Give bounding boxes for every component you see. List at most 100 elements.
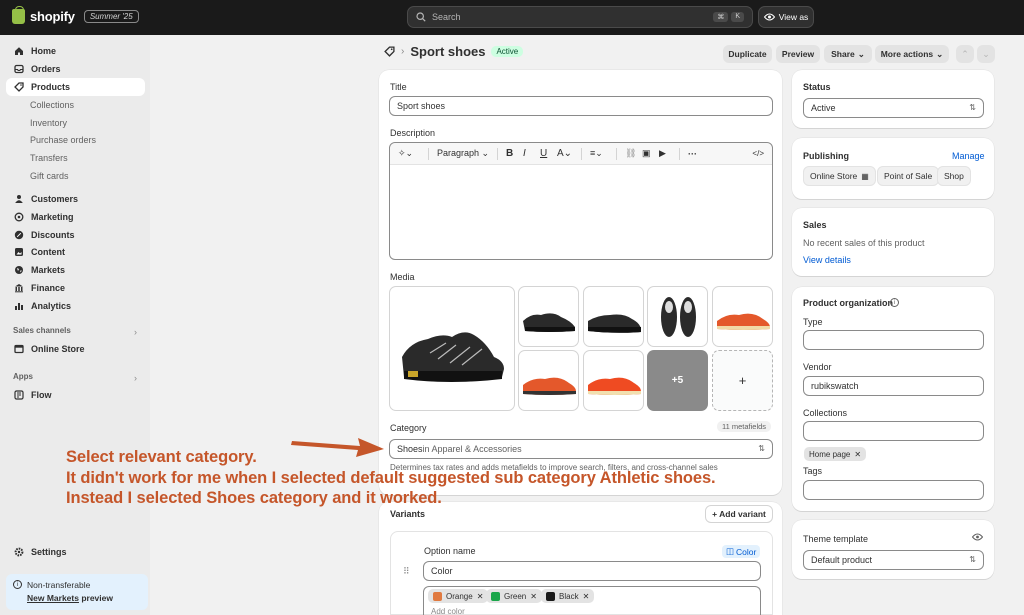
media-label: Media	[390, 272, 415, 282]
channel-shop[interactable]: Shop	[937, 166, 971, 186]
media-main-image[interactable]	[389, 286, 515, 411]
channel-online-store[interactable]: Online Store ▦	[803, 166, 876, 186]
code-icon[interactable]: </>	[752, 149, 764, 158]
sidebar-item-analytics[interactable]: Analytics	[6, 297, 145, 315]
option-name-input[interactable]: Color	[423, 561, 761, 581]
media-thumb[interactable]	[518, 286, 579, 347]
sidebar-item-inventory[interactable]: Inventory	[6, 114, 145, 132]
bold-icon[interactable]: B	[506, 148, 523, 159]
share-button[interactable]: Share ⌄	[824, 45, 872, 63]
shoe-image	[717, 313, 770, 330]
close-icon[interactable]: ✕	[477, 592, 484, 601]
sidebar-item-content[interactable]: Content	[6, 243, 145, 261]
text-color-icon[interactable]: A⌄	[557, 148, 577, 159]
promo-line1: Non-transferable	[27, 580, 91, 590]
duplicate-label: Duplicate	[728, 49, 767, 59]
publishing-label: Publishing	[803, 151, 849, 161]
vendor-input[interactable]: rubikswatch	[803, 376, 984, 396]
sidebar-item-finance[interactable]: Finance	[6, 279, 145, 297]
kbd-k: K	[731, 12, 744, 22]
share-label: Share	[831, 49, 855, 59]
promo-banner[interactable]: i Non-transferable New Markets preview	[6, 574, 148, 610]
next-product-button[interactable]: ⌄	[977, 45, 995, 63]
title-input[interactable]: Sport shoes	[389, 96, 773, 116]
status-select[interactable]: Active ⇅	[803, 98, 984, 118]
editor-toolbar: ✧⌄ Paragraph ⌄ B I U A⌄ ≡⌄ ⛓ ▣ ▶ ··· </>	[390, 143, 772, 165]
info-icon[interactable]: i	[890, 298, 899, 307]
drag-handle-icon[interactable]: ⠿	[403, 566, 410, 577]
sidebar-item-discounts[interactable]: Discounts	[6, 226, 145, 244]
image-icon[interactable]: ▣	[642, 148, 659, 159]
select-arrows-icon: ⇅	[969, 103, 976, 112]
media-thumb[interactable]	[647, 286, 708, 347]
sidebar-item-markets[interactable]: Markets	[6, 261, 145, 279]
sidebar-item-orders[interactable]: Orders	[6, 60, 145, 78]
view-as-button[interactable]: View as	[758, 6, 814, 28]
calendar-icon: ▦	[861, 171, 869, 181]
align-icon[interactable]: ≡⌄	[590, 148, 616, 159]
preview-label: Preview	[781, 49, 815, 59]
sidebar-item-transfers[interactable]: Transfers	[6, 149, 145, 167]
tags-input[interactable]	[803, 480, 984, 500]
add-media-button[interactable]: +	[712, 350, 773, 411]
option-value-chip[interactable]: Orange ✕	[428, 589, 489, 603]
media-thumb[interactable]	[583, 350, 644, 411]
theme-template-select[interactable]: Default product ⇅	[803, 550, 984, 570]
channel-label: Point of Sale	[884, 171, 933, 181]
link-icon[interactable]: ⛓	[625, 148, 642, 159]
collections-label: Collections	[803, 408, 848, 418]
close-icon[interactable]: ✕	[530, 592, 537, 601]
media-thumb[interactable]	[518, 350, 579, 411]
channel-label: Online Store	[810, 171, 858, 181]
sidebar-item-settings[interactable]: Settings	[6, 543, 145, 561]
media-thumb[interactable]	[712, 286, 773, 347]
previous-product-button[interactable]: ⌃	[956, 45, 974, 63]
eye-icon[interactable]	[972, 533, 983, 541]
media-thumb[interactable]	[583, 286, 644, 347]
manage-link[interactable]: Manage	[952, 151, 985, 161]
preview-button[interactable]: Preview	[776, 45, 820, 63]
sidebar-item-home[interactable]: Home	[6, 42, 145, 60]
close-icon[interactable]: ✕	[583, 592, 590, 601]
duplicate-button[interactable]: Duplicate	[723, 45, 772, 63]
italic-icon[interactable]: I	[523, 148, 540, 159]
channel-point-of-sale[interactable]: Point of Sale	[877, 166, 940, 186]
tag-icon[interactable]	[384, 46, 395, 57]
search-input[interactable]: Search ⌘ K	[407, 6, 753, 28]
underline-icon[interactable]: U	[540, 148, 557, 159]
type-input[interactable]	[803, 330, 984, 350]
page-header: › Sport shoes Active	[384, 44, 524, 59]
more-icon[interactable]: ···	[688, 149, 728, 159]
sidebar-item-online-store[interactable]: Online Store	[6, 340, 145, 358]
magic-icon[interactable]: ✧⌄	[398, 148, 420, 159]
sidebar-item-purchase-orders[interactable]: Purchase orders	[6, 131, 145, 149]
sidebar-item-flow[interactable]: Flow	[6, 386, 145, 404]
chevron-up-icon: ⌃	[961, 48, 969, 59]
product-organization-label: Product organization	[803, 298, 893, 308]
color-metafield-badge[interactable]: ◫ Color	[722, 545, 761, 558]
sidebar-item-collections[interactable]: Collections	[6, 96, 145, 114]
sidebar-item-marketing[interactable]: Marketing	[6, 208, 145, 226]
chevron-right-icon[interactable]: ›	[134, 327, 137, 337]
collections-input[interactable]	[803, 421, 984, 441]
type-label: Type	[803, 317, 823, 327]
description-editor[interactable]: ✧⌄ Paragraph ⌄ B I U A⌄ ≡⌄ ⛓ ▣ ▶ ··· </>	[389, 142, 773, 260]
shopify-logo[interactable]: shopify Summer '25	[12, 6, 139, 24]
close-icon[interactable]: ✕	[854, 450, 861, 459]
sidebar-item-gift-cards[interactable]: Gift cards	[6, 167, 145, 185]
breadcrumb-separator: ›	[401, 46, 405, 57]
more-media-button[interactable]: +5	[647, 350, 708, 411]
view-details-link[interactable]: View details	[803, 255, 851, 265]
store-icon	[14, 344, 24, 354]
sidebar-item-customers[interactable]: Customers	[6, 190, 145, 208]
new-markets-link[interactable]: New Markets	[27, 593, 79, 603]
more-actions-button[interactable]: More actions ⌄	[875, 45, 949, 63]
collection-tag[interactable]: Home page ✕	[804, 447, 867, 461]
add-variant-label: + Add variant	[712, 509, 766, 519]
sidebar-item-products[interactable]: Products	[6, 78, 145, 96]
option-value-chip[interactable]: Black ✕	[541, 589, 595, 603]
paragraph-select[interactable]: Paragraph ⌄	[437, 148, 497, 159]
option-value-chip[interactable]: Green ✕	[486, 589, 542, 603]
video-icon[interactable]: ▶	[659, 148, 679, 159]
chevron-right-icon[interactable]: ›	[134, 373, 137, 383]
